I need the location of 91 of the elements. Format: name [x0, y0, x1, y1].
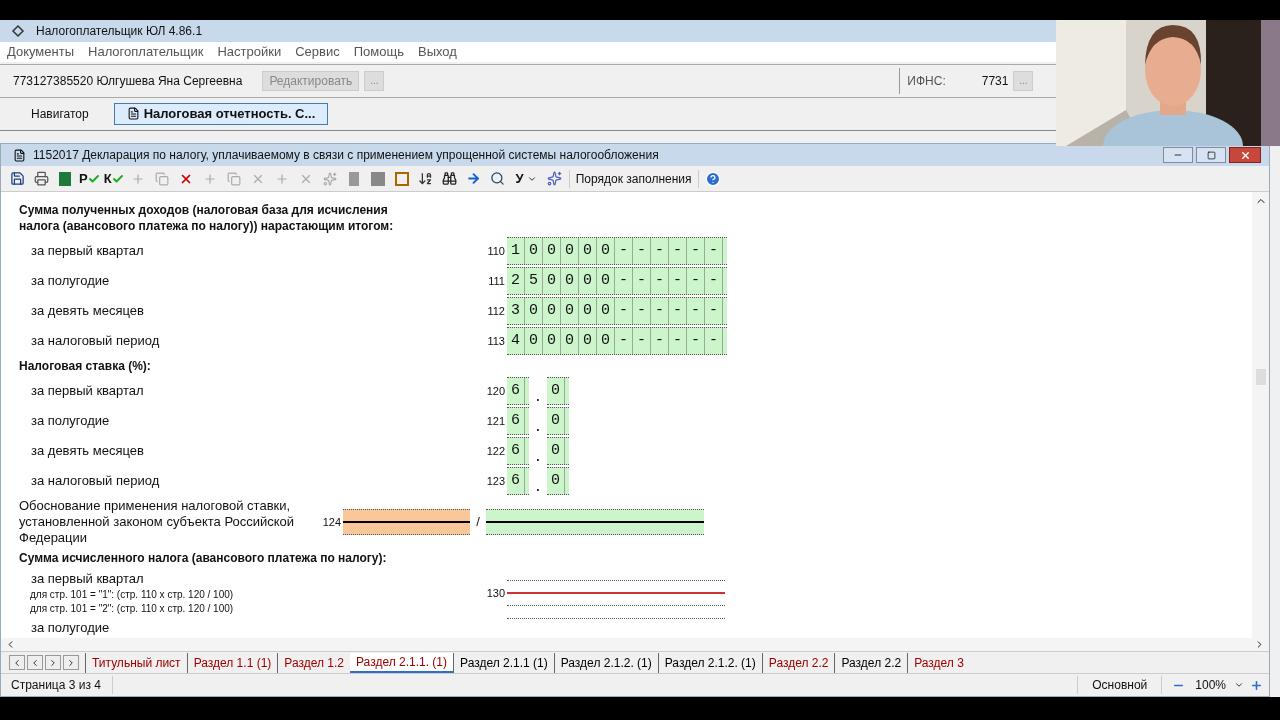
input-field[interactable]: [486, 509, 704, 535]
digit-field[interactable]: 100000------: [507, 237, 728, 265]
input-field[interactable]: [507, 580, 725, 606]
sheet-tab[interactable]: Раздел 2.2: [761, 652, 835, 673]
sheet-tab[interactable]: Титульный лист: [85, 652, 187, 673]
field-label: за первый квартал: [31, 570, 145, 588]
formula-note: для стр. 101 = "2": (стр. 110 x стр. 120 / 100): [30, 602, 235, 616]
field-label: за налоговый период: [30, 332, 161, 351]
maximize-icon: [1206, 150, 1216, 160]
decimal-point: .: [535, 449, 541, 466]
digit-field[interactable]: 250000------: [507, 267, 728, 295]
formula-note: для стр. 101 = "1": (стр. 110 x стр. 120 / 100): [30, 588, 235, 602]
document-icon: [126, 107, 140, 121]
check-icon: [87, 172, 100, 185]
minimize-button[interactable]: [1163, 147, 1193, 163]
field-label: за полугодие: [30, 412, 111, 431]
digit-field[interactable]: 300000------: [507, 297, 728, 325]
sheet-tab[interactable]: Раздел 3: [907, 652, 970, 673]
taxpayer-name: 773127385520 Юлгушева Яна Сергеевна: [13, 72, 243, 90]
digit-field[interactable]: 6: [507, 377, 529, 405]
last-sheet-button[interactable]: [63, 655, 79, 670]
separator-slash: /: [475, 513, 481, 532]
line-code: 113: [486, 333, 506, 349]
ifns-value: 7731: [981, 72, 1009, 90]
line-code: 123: [485, 473, 506, 489]
line-code: 121: [485, 413, 506, 429]
vertical-scrollbar[interactable]: [1252, 192, 1269, 638]
section-heading: Сумма исчисленного налога (авансового платежа по налогу):: [19, 550, 388, 567]
field-label: Обоснование применения налоговой ставки, установленной законом субъекта Российской Федерации: [19, 498, 296, 546]
line-code: 111: [487, 273, 506, 289]
sheet-tab[interactable]: Раздел 2.1.2. (1): [553, 652, 658, 673]
window-title: Налогоплательщик ЮЛ 4.86.1: [36, 22, 203, 40]
decimal-point: .: [535, 389, 541, 406]
close-button[interactable]: [1229, 147, 1261, 163]
next-sheet-button[interactable]: [45, 655, 61, 670]
decimal-point: .: [535, 419, 541, 436]
font-menu-button[interactable]: У: [511, 168, 541, 189]
navigator-tab[interactable]: Налоговая отчетность. С...: [113, 102, 329, 125]
first-sheet-button[interactable]: [9, 655, 25, 670]
field-label: за налоговый период: [30, 472, 161, 491]
digit-field[interactable]: 0: [547, 377, 570, 405]
sheet-tab[interactable]: Раздел 1.1 (1): [186, 652, 278, 673]
menu-item[interactable]: Выход: [417, 42, 457, 62]
navigator-tab[interactable]: Навигатор: [16, 102, 104, 125]
check-icon: [111, 172, 124, 185]
line-code: 130: [485, 585, 506, 601]
fill-order-button[interactable]: Порядок заполнения: [568, 169, 699, 188]
menu-item[interactable]: Настройки: [217, 42, 282, 62]
menu-item[interactable]: Сервис: [295, 42, 340, 62]
maximize-button[interactable]: [1196, 147, 1226, 163]
zoom-dropdown-icon[interactable]: [1234, 680, 1244, 690]
sheet-tab[interactable]: Раздел 2.1.1. (1): [350, 652, 454, 673]
sheet-tab[interactable]: Раздел 2.1.2. (1): [657, 652, 762, 673]
digit-field[interactable]: 6: [507, 407, 529, 435]
field-label: за полугодие: [30, 272, 111, 291]
check-p-button[interactable]: Р: [79, 168, 100, 189]
digit-field[interactable]: 400000------: [507, 327, 728, 355]
check-k-button[interactable]: К: [103, 168, 124, 189]
field-label: за девять месяцев: [30, 302, 145, 321]
line-code: 122: [485, 443, 506, 459]
ifns-label: ИФНС:: [907, 72, 946, 90]
digit-field[interactable]: 0: [547, 407, 570, 435]
digit-field[interactable]: 0: [547, 467, 570, 495]
section-heading: Налоговая ставка (%):: [19, 358, 152, 375]
line-code: 120: [485, 383, 506, 399]
line-code: 110: [486, 243, 506, 259]
zoom-level[interactable]: 100%: [1195, 676, 1226, 694]
field-label: за первый квартал: [30, 242, 145, 261]
field-label: за полугодие: [30, 619, 111, 637]
digit-field[interactable]: 0: [547, 437, 570, 465]
field-label: за первый квартал: [30, 382, 145, 401]
decimal-point: .: [535, 479, 541, 496]
mode-status: Основной: [1077, 676, 1163, 694]
document-title: 1152017 Декларация по налогу, уплачиваемому в связи с применением упрощенной системы налогообложения: [33, 147, 659, 164]
close-icon: [1239, 149, 1251, 161]
prev-sheet-button[interactable]: [27, 655, 43, 670]
zoom-in-icon[interactable]: [1250, 678, 1263, 692]
line-code: 124: [321, 514, 342, 530]
field-label: за девять месяцев: [30, 442, 145, 461]
menu-item[interactable]: Помощь: [353, 42, 404, 62]
sheet-tab[interactable]: Раздел 2.2: [834, 652, 908, 673]
page-status: Страница 3 из 4: [1, 676, 113, 694]
menu-item[interactable]: Налогоплательщик: [88, 42, 204, 62]
digit-field[interactable]: 6: [507, 467, 529, 495]
horizontal-scrollbar[interactable]: [1, 638, 1269, 652]
input-field[interactable]: [343, 509, 470, 535]
digit-field[interactable]: 6: [507, 437, 529, 465]
sheet-tab[interactable]: Раздел 2.1.1 (1): [453, 652, 554, 673]
section-heading: Сумма полученных доходов (налоговая база для исчисления налога (авансового платежа по налогу)) нарастающим итогом:: [19, 202, 395, 235]
line-code: 112: [486, 303, 506, 319]
menu-item[interactable]: Документы: [7, 42, 74, 62]
